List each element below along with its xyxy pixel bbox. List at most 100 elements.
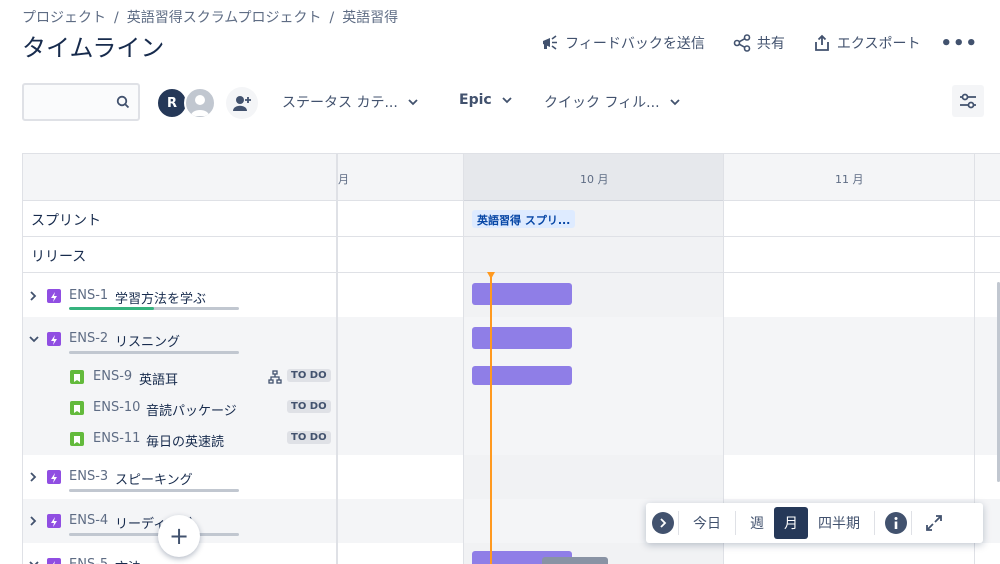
breadcrumb-separator: / <box>114 10 119 26</box>
issue-key[interactable]: ENS-1 <box>69 288 108 303</box>
epic-icon <box>47 332 61 346</box>
month-divider <box>463 154 464 564</box>
chevron-right-icon <box>660 518 667 528</box>
breadcrumb-item-board[interactable]: 英語習得 <box>342 7 398 27</box>
avatar-unassigned[interactable] <box>184 87 216 119</box>
timeline-bar-ens-9[interactable] <box>472 366 572 385</box>
issue-summary[interactable]: 学習方法を学ぶ <box>115 288 206 307</box>
zoom-separator <box>911 511 912 535</box>
share-icon <box>733 34 751 52</box>
sprint-row-label: スプリント <box>31 213 101 229</box>
today-marker <box>487 272 495 279</box>
story-icon <box>70 432 84 446</box>
status-category-dropdown[interactable]: ステータス カテ... <box>282 92 418 112</box>
list-timeline-divider[interactable] <box>336 154 338 564</box>
zoom-quarter-button[interactable]: 四半期 <box>808 507 870 539</box>
expand-panel-button[interactable] <box>652 512 674 534</box>
story-row-ens-11[interactable]: ENS-11 毎日の英速読 TO DO <box>23 424 1000 455</box>
megaphone-icon <box>543 35 558 50</box>
epic-icon <box>47 558 61 564</box>
export-button[interactable]: エクスポート <box>813 33 920 53</box>
settings-sliders-icon <box>960 93 976 109</box>
zoom-month-button[interactable]: 月 <box>774 507 808 539</box>
epic-icon <box>47 470 61 484</box>
add-item-button[interactable]: + <box>158 515 200 557</box>
view-settings-button[interactable] <box>952 85 984 117</box>
issue-summary[interactable]: スピーキング <box>115 469 193 488</box>
breadcrumb-separator: / <box>329 10 335 26</box>
timeline-bar-child[interactable] <box>542 557 608 564</box>
quick-filter-label: クイック フィル... <box>544 95 660 111</box>
zoom-separator <box>678 511 679 535</box>
search-input[interactable] <box>24 85 114 119</box>
fullscreen-icon <box>926 515 942 531</box>
chevron-down-icon[interactable] <box>29 335 39 343</box>
search-icon <box>116 95 130 109</box>
progress-bar <box>69 489 239 492</box>
add-people-button[interactable] <box>226 87 258 119</box>
epic-label: Epic <box>459 92 492 108</box>
story-icon <box>70 401 84 415</box>
progress-bar <box>69 533 239 536</box>
epic-dropdown[interactable]: Epic <box>459 92 512 108</box>
zoom-week-button[interactable]: 週 <box>740 507 774 539</box>
timeline-bar-ens-1[interactable] <box>472 283 572 305</box>
zoom-separator <box>735 511 736 535</box>
breadcrumb-item-project[interactable]: 英語習得スクラムプロジェクト <box>127 7 322 27</box>
month-label-october: 10 月 <box>580 173 609 186</box>
chevron-right-icon[interactable] <box>29 516 37 526</box>
issue-summary[interactable]: リスニング <box>115 331 180 350</box>
user-icon <box>191 95 209 116</box>
search-box <box>22 83 140 121</box>
zoom-controls: 今日 週 月 四半期 <box>646 503 983 543</box>
epic-icon <box>47 514 61 528</box>
story-icon <box>70 370 84 384</box>
info-icon <box>894 517 898 529</box>
chevron-right-icon[interactable] <box>29 291 37 301</box>
status-badge[interactable]: TO DO <box>287 400 331 413</box>
issue-summary[interactable]: 文法 <box>115 557 141 564</box>
status-category-label: ステータス カテ... <box>282 95 398 111</box>
issue-summary[interactable]: 英語耳 <box>139 369 178 388</box>
month-label-september: 月 <box>338 173 349 186</box>
page-title: タイムライン <box>22 34 165 62</box>
issue-key[interactable]: ENS-2 <box>69 331 108 346</box>
issue-key[interactable]: ENS-5 <box>69 557 108 564</box>
export-icon <box>814 34 829 51</box>
fullscreen-button[interactable] <box>926 515 942 531</box>
progress-bar <box>69 351 239 354</box>
release-row-label: リリース <box>31 249 87 265</box>
issue-key[interactable]: ENS-4 <box>69 513 108 528</box>
status-badge[interactable]: TO DO <box>287 369 331 382</box>
share-label: 共有 <box>756 36 785 52</box>
epic-icon <box>47 289 61 303</box>
breadcrumb: プロジェクト / 英語習得スクラムプロジェクト / 英語習得 <box>22 7 398 27</box>
more-actions-button[interactable]: ••• <box>940 33 978 54</box>
feedback-button[interactable]: フィードバックを送信 <box>541 33 705 53</box>
info-button[interactable] <box>885 512 907 534</box>
breadcrumb-item-projects[interactable]: プロジェクト <box>22 7 106 27</box>
timeline-bar-ens-2[interactable] <box>472 327 572 349</box>
chevron-down-icon <box>669 99 680 106</box>
quick-filter-dropdown[interactable]: クイック フィル... <box>544 92 680 112</box>
progress-bar <box>69 307 239 310</box>
share-button[interactable]: 共有 <box>733 33 785 53</box>
add-user-icon <box>233 96 251 111</box>
story-row-ens-10[interactable]: ENS-10 音読パッケージ TO DO <box>23 393 1000 424</box>
status-badge[interactable]: TO DO <box>287 431 331 444</box>
chevron-right-icon[interactable] <box>29 472 37 482</box>
issue-key[interactable]: ENS-11 <box>93 431 140 446</box>
feedback-label: フィードバックを送信 <box>565 36 705 52</box>
epic-row-ens-3[interactable]: ENS-3 スピーキング <box>23 455 1000 499</box>
issue-key[interactable]: ENS-9 <box>93 369 132 384</box>
issue-key[interactable]: ENS-10 <box>93 400 140 415</box>
release-row: リリース <box>23 237 1000 273</box>
issue-key[interactable]: ENS-3 <box>69 469 108 484</box>
zoom-today-button[interactable]: 今日 <box>683 507 731 539</box>
issue-summary[interactable]: 毎日の英速読 <box>146 431 224 450</box>
sprint-chip[interactable]: 英語習得 スプリ... <box>472 210 576 228</box>
chevron-down-icon[interactable] <box>29 560 39 564</box>
issue-summary[interactable]: 音読パッケージ <box>146 400 237 419</box>
progress-done <box>69 307 154 310</box>
today-line <box>490 277 492 564</box>
